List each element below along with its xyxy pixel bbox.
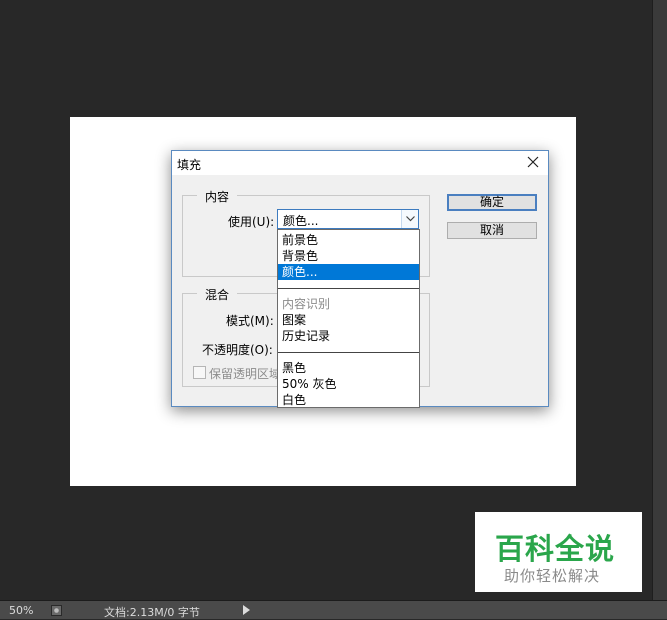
dialog-titlebar[interactable]: 填充 xyxy=(172,151,548,175)
content-group-legend: 内容 xyxy=(197,188,238,205)
option-foreground[interactable]: 前景色 xyxy=(278,232,419,248)
ok-button[interactable]: 确定 xyxy=(447,194,537,211)
zoom-level[interactable]: 50% xyxy=(9,604,33,617)
opacity-label: 不透明度(O): xyxy=(202,343,273,357)
cancel-button[interactable]: 取消 xyxy=(447,222,537,239)
preserve-transparency-label: 保留透明区域 xyxy=(209,367,282,381)
use-label: 使用(U): xyxy=(228,215,275,229)
preserve-transparency-checkbox[interactable] xyxy=(193,366,206,379)
option-history[interactable]: 历史记录 xyxy=(278,328,419,344)
use-select[interactable]: 颜色... xyxy=(277,209,419,229)
status-info-icon[interactable] xyxy=(51,605,62,616)
blend-group-legend: 混合 xyxy=(197,286,238,303)
dropdown-separator xyxy=(278,288,419,289)
option-background[interactable]: 背景色 xyxy=(278,248,419,264)
close-button[interactable] xyxy=(524,153,542,171)
option-black[interactable]: 黑色 xyxy=(278,360,419,376)
close-icon xyxy=(527,156,539,168)
watermark-subtitle: 助你轻松解决 xyxy=(504,567,601,585)
use-dropdown-list: 前景色 背景色 颜色... 内容识别 图案 历史记录 黑色 50% 灰色 白色 xyxy=(277,229,420,408)
option-content-aware: 内容识别 xyxy=(282,297,331,311)
watermark-title: 百科全说 xyxy=(495,532,616,566)
option-color[interactable]: 颜色... xyxy=(278,264,419,280)
option-pattern[interactable]: 图案 xyxy=(278,312,419,328)
option-white[interactable]: 白色 xyxy=(278,392,419,408)
watermark: 百科全说 助你轻松解决 xyxy=(475,512,642,592)
option-gray[interactable]: 50% 灰色 xyxy=(278,376,419,392)
use-select-value: 颜色... xyxy=(283,214,319,228)
use-select-toggle[interactable] xyxy=(401,210,418,228)
play-arrow-icon[interactable] xyxy=(242,604,251,616)
chevron-down-icon xyxy=(405,216,415,222)
mode-label: 模式(M): xyxy=(226,314,274,328)
status-bar: 50% 文档:2.13M/0 字节 xyxy=(0,600,667,619)
panel-edge xyxy=(652,0,667,600)
dialog-title: 填充 xyxy=(177,158,202,172)
dropdown-separator xyxy=(278,352,419,353)
